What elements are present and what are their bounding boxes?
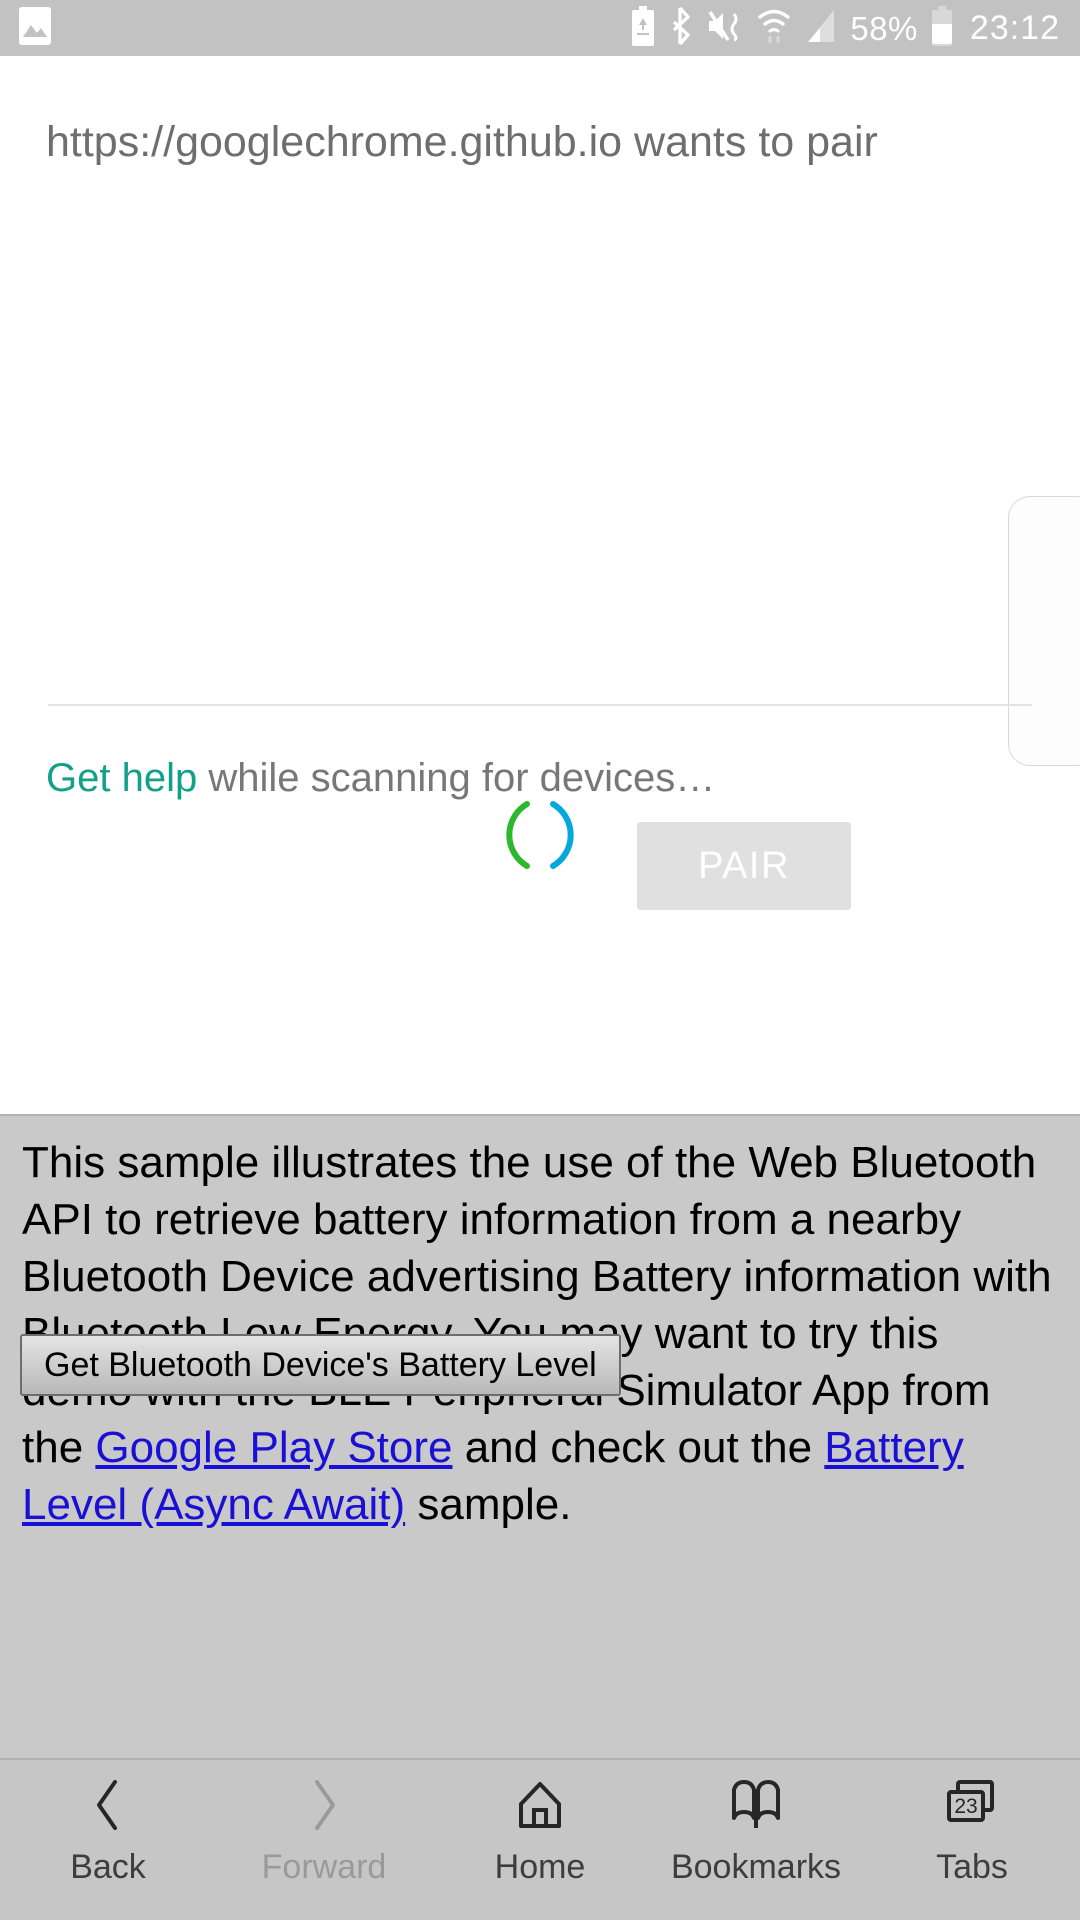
nav-tabs-label: Tabs — [936, 1848, 1008, 1886]
bluetooth-icon — [668, 6, 694, 51]
image-icon — [18, 6, 52, 51]
chevron-left-icon — [88, 1774, 128, 1836]
tab-count-label: 23 — [954, 1795, 977, 1818]
device-list-item[interactable] — [1008, 496, 1080, 766]
wifi-icon — [756, 6, 792, 51]
nav-tabs-button[interactable]: 23 Tabs — [872, 1774, 1072, 1887]
home-icon — [511, 1774, 569, 1836]
device-list[interactable] — [0, 296, 1080, 896]
nav-bookmarks-label: Bookmarks — [670, 1848, 842, 1886]
battery-saver-icon — [630, 5, 656, 51]
cellular-signal-icon — [804, 6, 838, 51]
dialog-title: https://googlechrome.github.io wants to … — [46, 118, 878, 166]
mute-vibrate-icon — [706, 6, 744, 51]
battery-percent-label: 58% — [850, 9, 918, 47]
loading-spinner — [497, 792, 583, 878]
status-bar-clock: 23:12 — [969, 9, 1060, 47]
google-play-store-link[interactable]: Google Play Store — [95, 1423, 452, 1472]
web-page-content: This sample illustrates the use of the W… — [0, 1114, 1080, 1804]
browser-navigation-bar: Back Forward Home Bookmarks 23 Tabs — [0, 1758, 1080, 1920]
status-bar: 58% 23:12 — [0, 0, 1080, 56]
scanning-status: Get help while scanning for devices… — [46, 756, 715, 800]
chevron-right-icon — [304, 1774, 344, 1836]
description-part-1: This sample illustrates the use of the W… — [22, 1138, 1052, 1472]
phone-screen: 58% 23:12 https://googlechrome.github.io… — [0, 0, 1080, 1920]
status-bar-left — [0, 6, 52, 51]
bluetooth-pair-dialog: https://googlechrome.github.io wants to … — [0, 56, 1080, 1114]
nav-home-button[interactable]: Home — [440, 1774, 640, 1887]
nav-home-label: Home — [494, 1848, 586, 1886]
tabs-icon: 23 — [941, 1774, 1003, 1836]
scanning-text: while scanning for devices… — [197, 756, 716, 800]
get-battery-level-button[interactable]: Get Bluetooth Device's Battery Level — [20, 1334, 621, 1396]
nav-forward-button[interactable]: Forward — [224, 1774, 424, 1887]
nav-bookmarks-button[interactable]: Bookmarks — [656, 1774, 856, 1887]
get-help-link[interactable]: Get help — [46, 756, 197, 800]
status-bar-right: 58% 23:12 — [630, 5, 1080, 51]
nav-back-label: Back — [70, 1848, 146, 1886]
pair-button[interactable]: PAIR — [637, 822, 851, 910]
nav-back-button[interactable]: Back — [8, 1774, 208, 1887]
battery-icon — [930, 5, 954, 51]
nav-forward-label: Forward — [261, 1848, 387, 1886]
description-part-3: sample. — [405, 1480, 572, 1529]
book-icon — [725, 1774, 787, 1836]
description-part-2: and check out the — [452, 1423, 825, 1472]
dialog-divider — [48, 704, 1032, 706]
